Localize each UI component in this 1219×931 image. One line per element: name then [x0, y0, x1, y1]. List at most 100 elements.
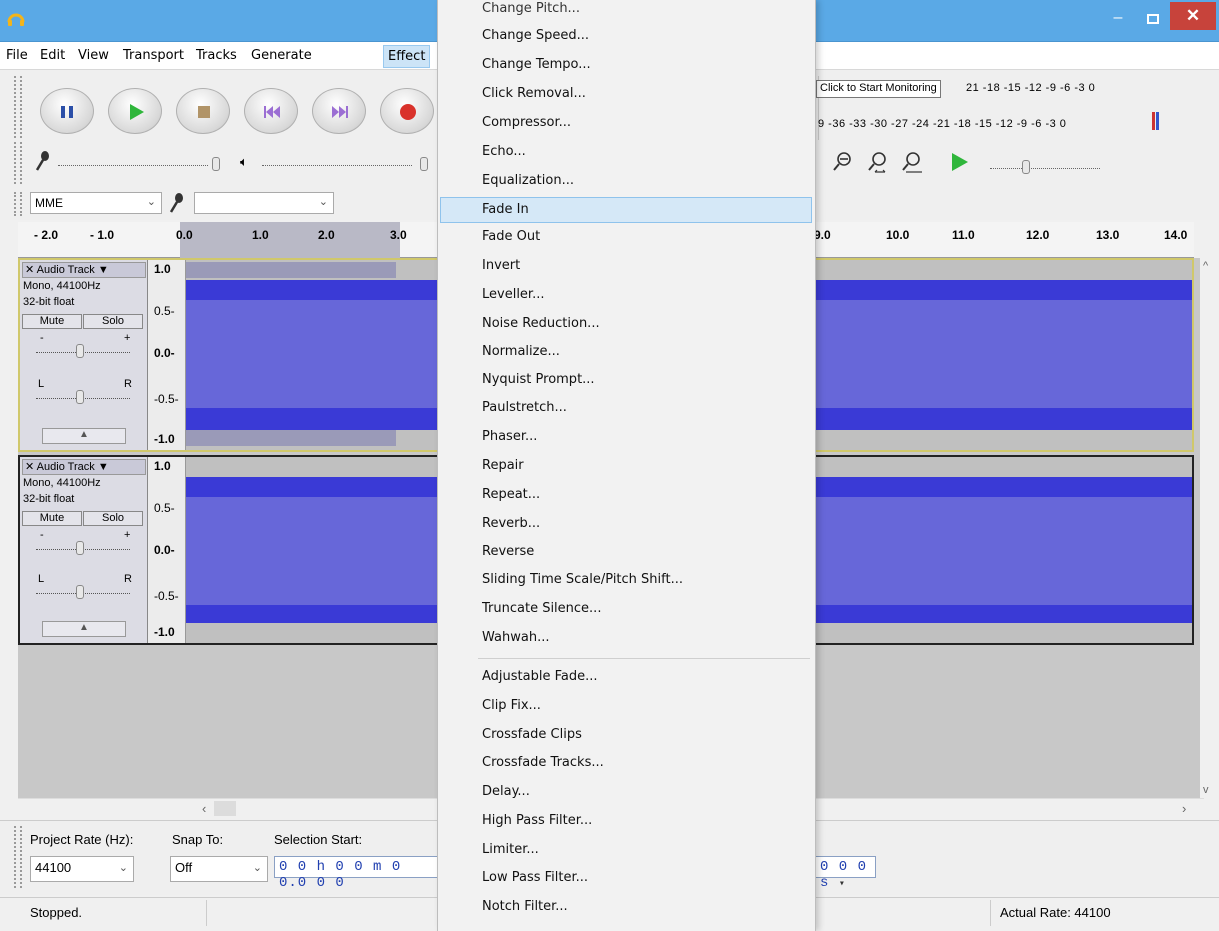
slider-thumb[interactable]	[76, 344, 84, 358]
fit-project-icon[interactable]	[900, 150, 924, 179]
selection-start-time[interactable]: 0 0 h 0 0 m 0 0.0 0 0	[274, 856, 438, 891]
menu-item-adjustable-fade[interactable]: Adjustable Fade...	[482, 669, 598, 684]
solo-button[interactable]: Solo	[83, 314, 143, 329]
minimize-button[interactable]: –	[1106, 10, 1130, 30]
maximize-button[interactable]	[1140, 10, 1166, 30]
track-bit-depth: 32-bit float	[23, 493, 75, 505]
pan-slider[interactable]: L R	[36, 378, 132, 406]
menu-item-sliding-time-scale[interactable]: Sliding Time Scale/Pitch Shift...	[482, 572, 683, 587]
mute-button[interactable]: Mute	[22, 314, 82, 329]
skip-to-start-button[interactable]	[244, 88, 298, 134]
toolbar-grip[interactable]	[14, 826, 22, 888]
menu-item-clip-fix[interactable]: Clip Fix...	[482, 698, 541, 713]
menu-file[interactable]: File	[6, 48, 28, 63]
menu-item-phaser[interactable]: Phaser...	[482, 429, 537, 444]
collapse-track-button[interactable]: ▲	[42, 428, 126, 444]
project-rate-combo[interactable]: 44100 ⌄	[30, 856, 134, 882]
recording-volume-slider[interactable]	[58, 165, 208, 166]
slider-thumb[interactable]	[212, 157, 220, 171]
menu-item-reverb[interactable]: Reverb...	[482, 516, 540, 531]
slider-thumb[interactable]	[76, 390, 84, 404]
menu-item-delay[interactable]: Delay...	[482, 784, 530, 799]
vertical-scale[interactable]: 1.0 0.5- 0.0- -0.5- -1.0	[148, 260, 186, 450]
vertical-scrollbar[interactable]: ^ v	[1200, 258, 1217, 798]
menu-item-high-pass-filter[interactable]: High Pass Filter...	[482, 813, 592, 828]
play-speed-slider[interactable]	[990, 168, 1100, 169]
zoom-out-icon[interactable]	[832, 150, 854, 177]
menu-item-reverse[interactable]: Reverse	[482, 544, 534, 559]
slider-thumb[interactable]	[76, 585, 84, 599]
menu-item-wahwah[interactable]: Wahwah...	[482, 630, 549, 645]
fit-selection-icon[interactable]	[866, 150, 890, 179]
playback-volume-slider[interactable]	[262, 165, 412, 166]
scroll-right-icon[interactable]: ›	[1182, 801, 1186, 816]
menu-item-normalize[interactable]: Normalize...	[482, 344, 560, 359]
mute-button[interactable]: Mute	[22, 511, 82, 526]
selection-end-time[interactable]: 0 0 0 s ▾	[816, 856, 876, 891]
menu-item-fade-in[interactable]: Fade In	[482, 202, 529, 217]
menu-item-noise-reduction[interactable]: Noise Reduction...	[482, 316, 600, 331]
pan-left-label: L	[38, 573, 45, 585]
menu-view[interactable]: View	[78, 48, 109, 63]
menu-item-change-pitch[interactable]: Change Pitch...	[482, 1, 580, 16]
monitor-tooltip[interactable]: Click to Start Monitoring	[816, 80, 941, 98]
slider-thumb[interactable]	[1022, 160, 1030, 174]
skip-to-end-button[interactable]	[312, 88, 366, 134]
menu-item-repair[interactable]: Repair	[482, 458, 524, 473]
close-track-icon[interactable]: ✕	[25, 461, 34, 473]
menu-item-crossfade-tracks[interactable]: Crossfade Tracks...	[482, 755, 604, 770]
recording-device-combo[interactable]: ⌄	[194, 192, 334, 214]
menu-item-click-removal[interactable]: Click Removal...	[482, 86, 586, 101]
menu-effect[interactable]: Effect	[383, 45, 431, 68]
menu-transport[interactable]: Transport	[123, 48, 184, 63]
play-button[interactable]	[108, 88, 162, 134]
menu-item-low-pass-filter[interactable]: Low Pass Filter...	[482, 870, 588, 885]
scale-label: 1.0	[154, 262, 171, 276]
close-button[interactable]: ✕	[1170, 2, 1216, 30]
menu-item-fade-out[interactable]: Fade Out	[482, 229, 540, 244]
ruler-label: - 2.0	[34, 228, 59, 242]
vertical-scale[interactable]: 1.0 0.5- 0.0- -0.5- -1.0	[148, 457, 186, 643]
snap-to-combo[interactable]: Off ⌄	[170, 856, 268, 882]
toolbar-grip[interactable]	[14, 192, 22, 216]
track-name-menu[interactable]: ✕ Audio Track ▼	[22, 262, 146, 278]
slider-thumb[interactable]	[420, 157, 428, 171]
solo-button[interactable]: Solo	[83, 511, 143, 526]
menu-item-paulstretch[interactable]: Paulstretch...	[482, 400, 567, 415]
menu-item-equalization[interactable]: Equalization...	[482, 173, 574, 188]
toolbar-grip[interactable]	[14, 76, 22, 138]
menu-item-invert[interactable]: Invert	[482, 258, 520, 273]
menu-edit[interactable]: Edit	[40, 48, 65, 63]
scroll-up-icon[interactable]: ^	[1203, 260, 1208, 272]
gain-slider[interactable]: - +	[36, 529, 130, 557]
menu-item-repeat[interactable]: Repeat...	[482, 487, 540, 502]
toolbar-grip[interactable]	[14, 142, 22, 184]
slider-thumb[interactable]	[76, 541, 84, 555]
menu-tracks[interactable]: Tracks	[196, 48, 237, 63]
menu-generate[interactable]: Generate	[251, 48, 312, 63]
menu-item-limiter[interactable]: Limiter...	[482, 842, 539, 857]
menu-item-compressor[interactable]: Compressor...	[482, 115, 571, 130]
menu-item-nyquist-prompt[interactable]: Nyquist Prompt...	[482, 372, 595, 387]
menu-item-echo[interactable]: Echo...	[482, 144, 526, 159]
scroll-left-icon[interactable]: ‹	[202, 801, 206, 816]
play-at-speed-icon[interactable]	[948, 150, 970, 177]
menu-item-change-speed[interactable]: Change Speed...	[482, 28, 589, 43]
record-button[interactable]	[380, 88, 434, 134]
menu-item-leveller[interactable]: Leveller...	[482, 287, 544, 302]
pan-slider[interactable]: L R	[36, 573, 132, 601]
close-track-icon[interactable]: ✕	[25, 264, 34, 276]
menu-item-crossfade-clips[interactable]: Crossfade Clips	[482, 727, 582, 742]
gain-slider[interactable]: - +	[36, 332, 130, 360]
stop-button[interactable]	[176, 88, 230, 134]
scale-label: 1.0	[154, 459, 171, 473]
pause-button[interactable]	[40, 88, 94, 134]
track-name-menu[interactable]: ✕ Audio Track ▼	[22, 459, 146, 475]
menu-item-change-tempo[interactable]: Change Tempo...	[482, 57, 591, 72]
menu-item-notch-filter[interactable]: Notch Filter...	[482, 899, 568, 914]
scroll-down-icon[interactable]: v	[1203, 784, 1209, 796]
scrollbar-thumb[interactable]	[214, 801, 236, 816]
menu-item-truncate-silence[interactable]: Truncate Silence...	[482, 601, 601, 616]
host-combo[interactable]: MME ⌄	[30, 192, 162, 214]
collapse-track-button[interactable]: ▲	[42, 621, 126, 637]
